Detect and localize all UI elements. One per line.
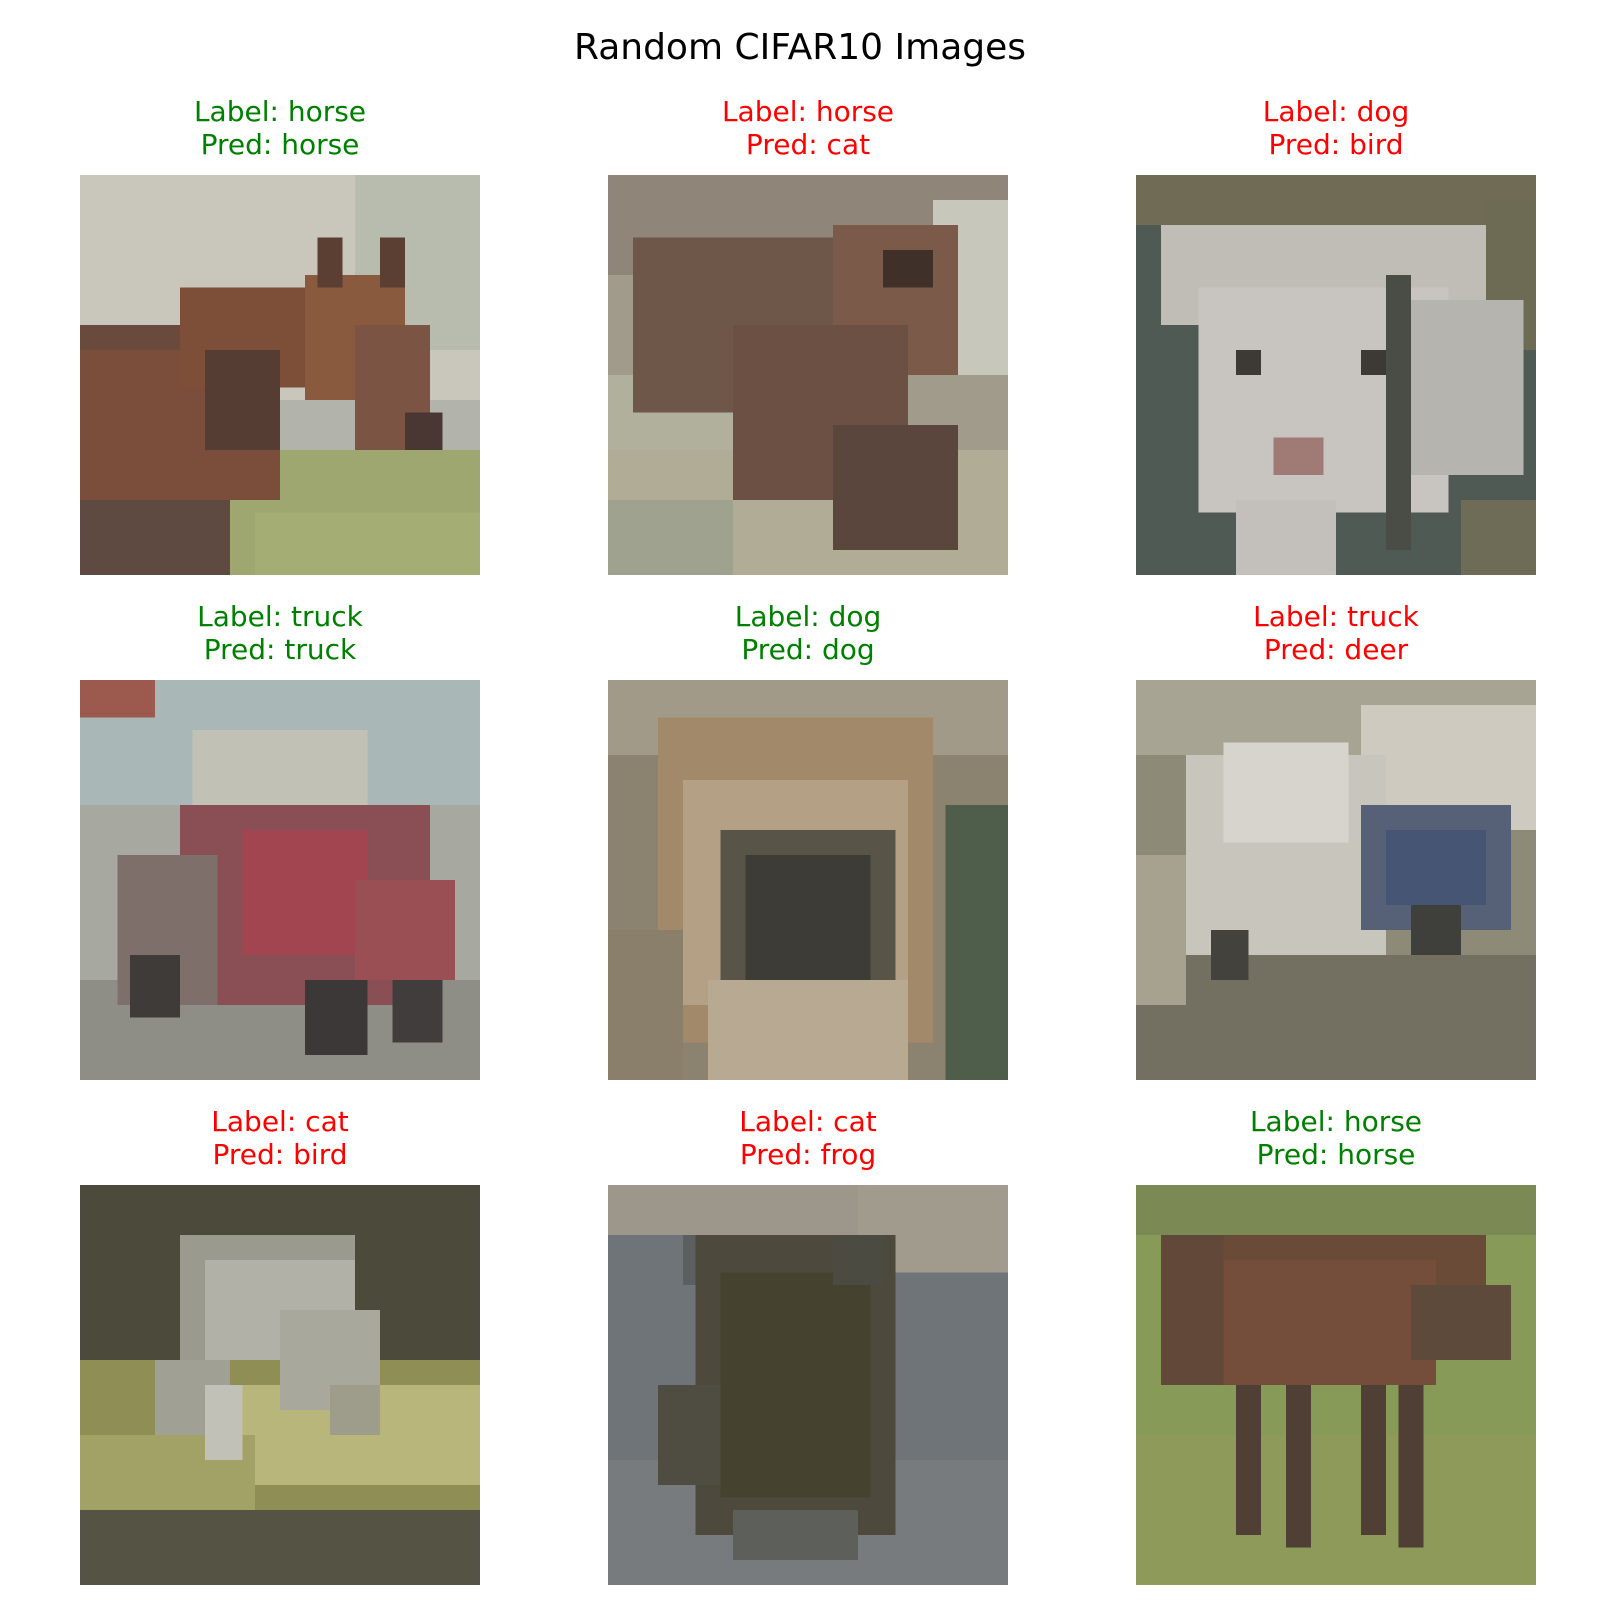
label-text: Label: truck [1253,600,1419,633]
caption: Label: horse Pred: horse [1136,1105,1536,1171]
pred-text: Pred: deer [1263,633,1409,666]
sample-image [1136,680,1536,1080]
sample-image [608,680,1008,1080]
caption: Label: horse Pred: cat [608,95,1008,161]
caption: Label: cat Pred: frog [608,1105,1008,1171]
pred-text: Pred: frog [739,1138,877,1171]
pred-text: Pred: truck [203,633,357,666]
sample-image [80,175,480,575]
pred-text: Pred: horse [200,128,360,161]
label-text: Label: horse [1249,1105,1423,1138]
label-text: Label: truck [197,600,363,633]
label-text: Label: horse [193,95,367,128]
caption: Label: truck Pred: truck [80,600,480,666]
label-text: Label: horse [721,95,895,128]
pred-text: Pred: bird [212,1138,348,1171]
label-text: Label: dog [1262,95,1410,128]
page-title: Random CIFAR10 Images [573,27,1027,68]
caption: Label: dog Pred: dog [608,600,1008,666]
pred-text: Pred: horse [1256,1138,1416,1171]
label-text: Label: dog [734,600,882,633]
pred-text: Pred: cat [745,128,871,161]
sample-image [608,175,1008,575]
sample-image [80,680,480,1080]
caption: Label: cat Pred: bird [80,1105,480,1171]
sample-image [608,1185,1008,1585]
caption: Label: dog Pred: bird [1136,95,1536,161]
caption: Label: horse Pred: horse [80,95,480,161]
caption: Label: truck Pred: deer [1136,600,1536,666]
sample-image [80,1185,480,1585]
sample-image [1136,175,1536,575]
label-text: Label: cat [739,1105,877,1138]
pred-text: Pred: bird [1268,128,1404,161]
sample-image [1136,1185,1536,1585]
pred-text: Pred: dog [741,633,875,666]
label-text: Label: cat [211,1105,349,1138]
